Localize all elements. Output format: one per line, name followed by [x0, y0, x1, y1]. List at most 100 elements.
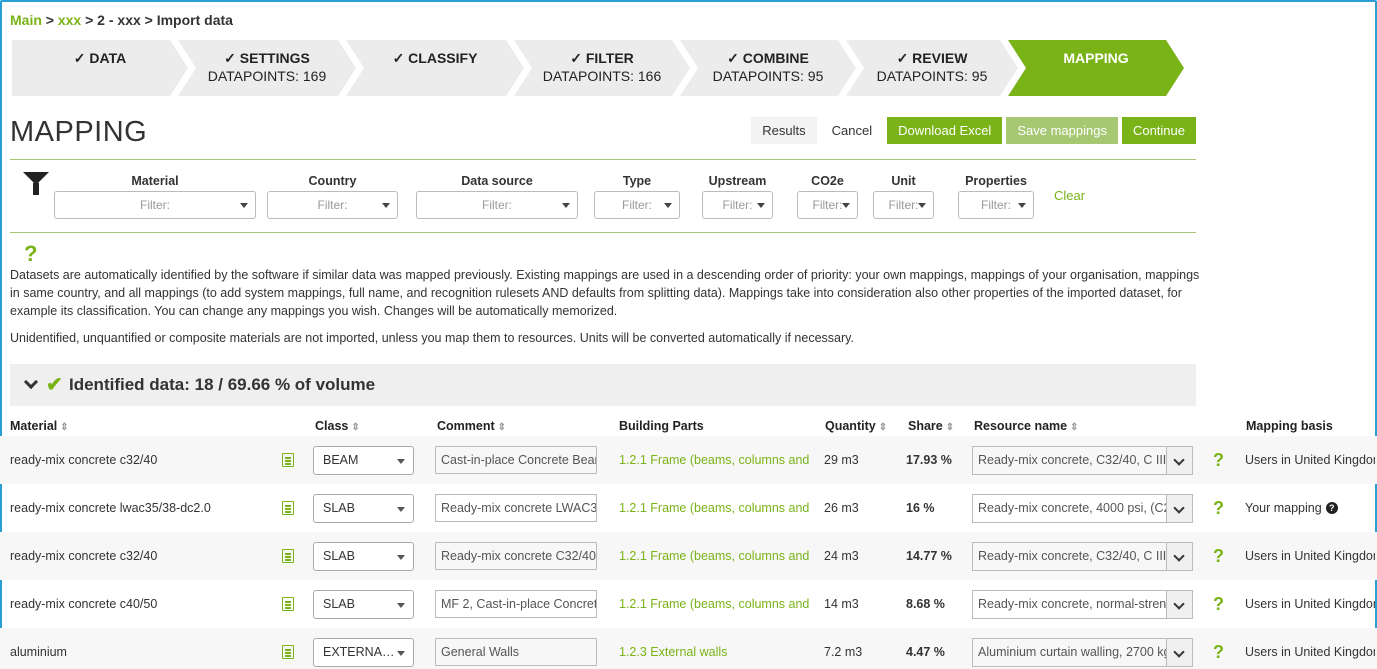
- resource-cell: Aluminium curtain walling, 2700 kg: [972, 628, 1196, 669]
- unit-filter-select[interactable]: Filter:: [873, 191, 934, 219]
- material-cell: ready-mix concrete c32/40: [10, 453, 158, 467]
- caret-down-icon: [842, 203, 850, 208]
- step-filter[interactable]: ✓ FILTER DATAPOINTS: 166: [514, 40, 690, 96]
- comment-input[interactable]: Cast-in-place Concrete Beam: [435, 446, 597, 474]
- identified-data-section[interactable]: ✔ Identified data: 18 / 69.66 % of volum…: [10, 364, 1196, 406]
- column-header-building-parts: Building Parts: [619, 419, 704, 433]
- type-filter-select[interactable]: Filter:: [594, 191, 680, 219]
- resource-select[interactable]: Aluminium curtain walling, 2700 kg: [972, 637, 1193, 667]
- step-settings[interactable]: ✓ SETTINGS DATAPOINTS: 169: [178, 40, 356, 96]
- building-part-link[interactable]: 1.2.1 Frame (beams, columns and: [619, 597, 809, 611]
- document-icon-glyph: [282, 645, 294, 659]
- step-title: ✓ CLASSIFY: [392, 50, 478, 66]
- continue-button[interactable]: Continue: [1121, 117, 1196, 144]
- resource-select[interactable]: Ready-mix concrete, C32/40, C III: [972, 541, 1193, 571]
- building-part-link[interactable]: 1.2.1 Frame (beams, columns and: [619, 501, 809, 515]
- step-mapping[interactable]: MAPPING: [1008, 40, 1184, 96]
- chevron-down-icon[interactable]: [1166, 446, 1192, 474]
- step-data[interactable]: ✓ DATA: [12, 40, 188, 96]
- country-filter-select[interactable]: Filter:: [267, 191, 398, 219]
- step-classify[interactable]: ✓ CLASSIFY: [346, 40, 524, 96]
- column-header-quantity[interactable]: Quantity ⇕: [825, 419, 887, 433]
- document-icon-glyph: [282, 453, 294, 467]
- comment-input[interactable]: MF 2, Cast-in-place Concrete: [435, 590, 597, 618]
- filter-label: Material: [131, 174, 179, 188]
- document-icon[interactable]: [282, 628, 298, 669]
- class-select[interactable]: SLAB: [313, 541, 414, 571]
- clear-filters-link[interactable]: Clear: [1054, 188, 1085, 203]
- quantity-cell: 7.2 m3: [824, 645, 863, 659]
- step-subtitle: DATAPOINTS: 95: [876, 68, 988, 84]
- comment-cell: Ready-mix concrete LWAC35: [435, 484, 600, 532]
- step-review[interactable]: ✓ REVIEW DATAPOINTS: 95: [846, 40, 1018, 96]
- breadcrumb-main-link[interactable]: Main: [10, 12, 42, 28]
- quantity-cell: 14 m3: [824, 597, 859, 611]
- help-icon[interactable]: ?: [1213, 642, 1224, 663]
- class-select[interactable]: SLAB: [313, 493, 414, 523]
- comment-input[interactable]: General Walls: [435, 638, 597, 666]
- column-header-resource-name[interactable]: Resource name ⇕: [974, 419, 1079, 433]
- document-icon[interactable]: [282, 532, 298, 580]
- document-icon-glyph: [282, 597, 294, 611]
- building-part-link[interactable]: 1.2.1 Frame (beams, columns and: [619, 453, 809, 467]
- class-cell: SLAB: [313, 580, 417, 628]
- chevron-down-icon[interactable]: [1166, 542, 1192, 570]
- comment-input[interactable]: Ready-mix concrete LWAC35: [435, 494, 597, 522]
- breadcrumb-xxx-link[interactable]: xxx: [58, 12, 81, 28]
- filter-placeholder: Filter:: [317, 198, 348, 212]
- help-cell: ?: [1213, 484, 1227, 532]
- cancel-button[interactable]: Cancel: [821, 117, 883, 144]
- class-value: SLAB: [323, 548, 355, 563]
- column-header-class[interactable]: Class ⇕: [315, 419, 360, 433]
- class-select[interactable]: SLAB: [313, 589, 414, 619]
- step-combine[interactable]: ✓ COMBINE DATAPOINTS: 95: [680, 40, 856, 96]
- chevron-down-icon[interactable]: [1166, 590, 1192, 618]
- share-cell: 4.47 %: [906, 645, 945, 659]
- building-part-link[interactable]: 1.2.1 Frame (beams, columns and: [619, 549, 809, 563]
- header-label: Comment: [437, 419, 495, 433]
- step-title: ✓ REVIEW: [896, 50, 968, 66]
- chevron-down-icon[interactable]: [1166, 638, 1192, 666]
- document-icon[interactable]: [282, 436, 298, 484]
- help-icon[interactable]: ?: [1213, 450, 1224, 471]
- resource-cell: Ready-mix concrete, C32/40, C III: [972, 436, 1196, 484]
- header-label: Material: [10, 419, 58, 433]
- wizard-steps: ✓ DATA ✓ SETTINGS DATAPOINTS: 169 ✓ CLAS…: [12, 40, 1187, 96]
- column-header-share[interactable]: Share ⇕: [908, 419, 954, 433]
- help-icon[interactable]: ?: [1213, 498, 1224, 519]
- resource-value: Ready-mix concrete, C32/40, C III: [978, 452, 1166, 467]
- results-button[interactable]: Results: [751, 117, 817, 144]
- document-icon[interactable]: [282, 484, 298, 532]
- material-filter-select[interactable]: Filter:: [54, 191, 256, 219]
- action-bar: Results Cancel Download Excel Save mappi…: [751, 117, 1196, 144]
- building-part-link[interactable]: 1.2.3 External walls: [619, 645, 727, 659]
- chevron-down-icon[interactable]: [1166, 494, 1192, 522]
- share-cell: 8.68 %: [906, 597, 945, 611]
- mapping-basis-cell: Users in United Kingdom: [1245, 628, 1375, 669]
- save-mappings-button[interactable]: Save mappings: [1006, 117, 1118, 144]
- resource-select[interactable]: Ready-mix concrete, 4000 psi, (C25: [972, 493, 1193, 523]
- mapping-basis-text: Users in United Kingdom: [1245, 645, 1375, 659]
- help-icon[interactable]: ?: [1213, 546, 1224, 567]
- question-circle-icon[interactable]: ?: [1325, 502, 1338, 514]
- resource-select[interactable]: Ready-mix concrete, normal-strength: [972, 589, 1193, 619]
- co2e-filter-select[interactable]: Filter:: [797, 191, 858, 219]
- class-select[interactable]: EXTERNA…: [313, 637, 414, 667]
- page-title: MAPPING: [10, 116, 148, 148]
- download-excel-button[interactable]: Download Excel: [887, 117, 1003, 144]
- upstream-filter-select[interactable]: Filter:: [702, 191, 773, 219]
- help-icon[interactable]: ?: [1213, 594, 1224, 615]
- resource-select[interactable]: Ready-mix concrete, C32/40, C III: [972, 445, 1193, 475]
- step-title: ✓ SETTINGS: [224, 50, 310, 66]
- data-source-filter-select[interactable]: Filter:: [416, 191, 578, 219]
- properties-filter-select[interactable]: Filter:: [958, 191, 1034, 219]
- filter-label: Unit: [891, 174, 916, 188]
- document-icon[interactable]: [282, 580, 298, 628]
- comment-input[interactable]: Ready-mix concrete C32/40: [435, 542, 597, 570]
- column-header-comment[interactable]: Comment ⇕: [437, 419, 506, 433]
- help-icon[interactable]: ?: [24, 241, 37, 267]
- table-row: ready-mix concrete c32/40 SLAB Ready-mix c…: [0, 532, 1377, 580]
- class-select[interactable]: BEAM: [313, 445, 414, 475]
- class-value: EXTERNA…: [323, 644, 395, 659]
- column-header-material[interactable]: Material ⇕: [10, 419, 69, 433]
